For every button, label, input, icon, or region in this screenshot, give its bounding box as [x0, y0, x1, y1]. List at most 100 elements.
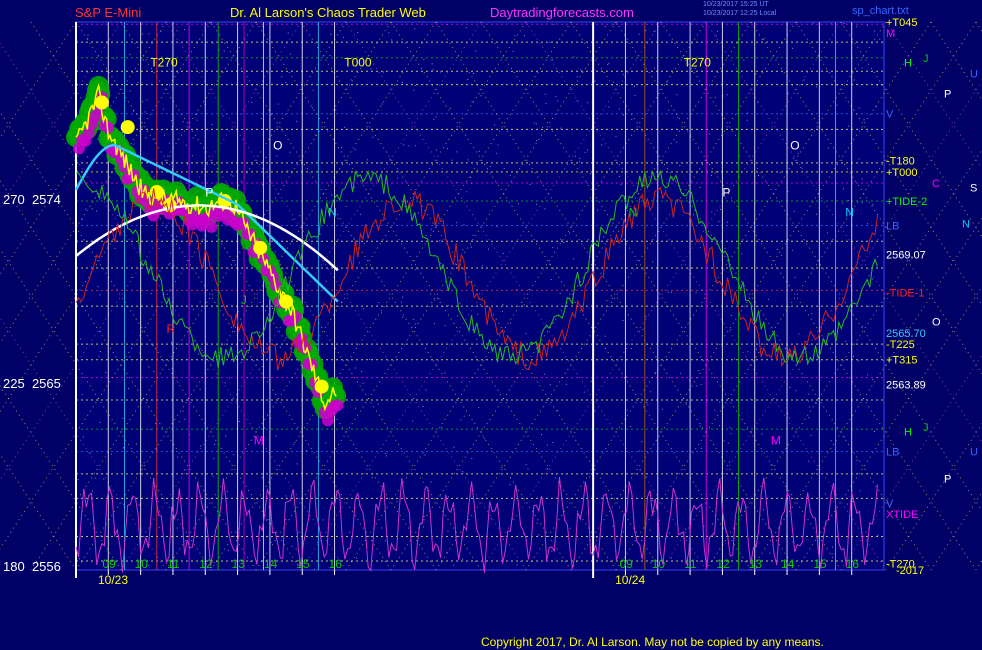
dot: [626, 409, 628, 411]
dot: [768, 298, 770, 300]
dot: [232, 454, 234, 456]
dot: [538, 534, 540, 536]
site-link[interactable]: Daytradingforecasts.com: [490, 5, 634, 20]
dot: [364, 243, 366, 245]
dot: [169, 290, 171, 292]
dot: [400, 301, 402, 303]
dot: [714, 96, 716, 98]
dot: [232, 175, 234, 177]
dot: [383, 71, 385, 73]
right-label: U: [970, 446, 978, 458]
dot: [529, 183, 531, 185]
dot: [444, 325, 446, 327]
dot: [212, 42, 214, 44]
dot: [348, 531, 350, 533]
dot: [425, 389, 427, 391]
dot: [356, 557, 358, 559]
dot: [859, 490, 861, 492]
dot: [699, 425, 701, 427]
dot: [122, 417, 124, 419]
dot: [462, 558, 464, 560]
diagonal-line: [975, 21, 982, 33]
dot: [192, 137, 194, 139]
dot: [265, 156, 267, 158]
dot: [295, 548, 297, 550]
dot: [808, 400, 810, 402]
dot: [228, 549, 230, 551]
dot: [856, 459, 858, 461]
hour-label: 09: [619, 557, 633, 571]
dot: [163, 134, 165, 136]
dot: [665, 190, 667, 192]
dot: [418, 212, 420, 214]
dot: [730, 314, 732, 316]
dot: [158, 248, 160, 250]
dot: [357, 32, 359, 34]
dot: [611, 297, 613, 299]
dot: [873, 430, 875, 432]
dot: [361, 370, 363, 372]
dot: [679, 498, 681, 500]
dot: [198, 353, 200, 355]
dot: [500, 466, 502, 468]
date-label: 10/23: [98, 573, 128, 587]
dot: [557, 409, 559, 411]
dot: [630, 348, 632, 350]
dot: [729, 427, 731, 429]
author-title: Dr. Al Larson's Chaos Trader Web: [230, 5, 426, 20]
dot: [138, 504, 140, 506]
right-label: H: [904, 57, 912, 69]
dot: [94, 477, 96, 479]
dot: [546, 444, 548, 446]
dot: [533, 122, 535, 124]
dot: [292, 218, 294, 220]
dot: [401, 81, 403, 83]
dot: [852, 501, 854, 503]
dot: [565, 383, 567, 385]
dot: [77, 479, 79, 481]
dot: [412, 420, 414, 422]
dot: [525, 332, 527, 334]
dot: [415, 269, 417, 271]
dot: [311, 107, 313, 109]
dot: [299, 215, 301, 217]
dot: [724, 247, 726, 249]
dot: [502, 303, 504, 305]
dot: [622, 531, 624, 533]
dot: [80, 338, 82, 340]
dot: [475, 50, 477, 52]
hour-label: 16: [846, 557, 860, 571]
dot: [135, 443, 137, 445]
dot: [477, 313, 479, 315]
dot: [710, 174, 712, 176]
right-label: 2563.89: [886, 379, 926, 391]
dot: [679, 165, 681, 167]
dot: [712, 523, 714, 525]
dot: [225, 435, 227, 437]
dot: [379, 162, 381, 164]
dot: [328, 469, 330, 471]
dot: [676, 141, 678, 143]
dot: [262, 184, 264, 186]
dot: [146, 99, 148, 101]
dot: [211, 124, 213, 126]
dot: [478, 407, 480, 409]
right-label: +TIDE-2: [886, 196, 927, 208]
dot: [142, 100, 144, 102]
copyright-notice: Copyright 2017, Dr. Al Larson. May not b…: [481, 635, 824, 649]
dot: [460, 419, 462, 421]
right-label: V: [886, 109, 894, 121]
dot: [444, 372, 446, 374]
dot: [830, 440, 832, 442]
dot: [425, 234, 427, 236]
hour-label: 10: [652, 557, 666, 571]
dot: [726, 94, 728, 96]
dot: [364, 427, 366, 429]
dot: [478, 150, 480, 152]
dot: [358, 262, 360, 264]
right-label: N: [962, 218, 970, 230]
dot: [574, 155, 576, 157]
hour-label: 15: [813, 557, 827, 571]
dot: [183, 469, 185, 471]
dot: [793, 157, 795, 159]
